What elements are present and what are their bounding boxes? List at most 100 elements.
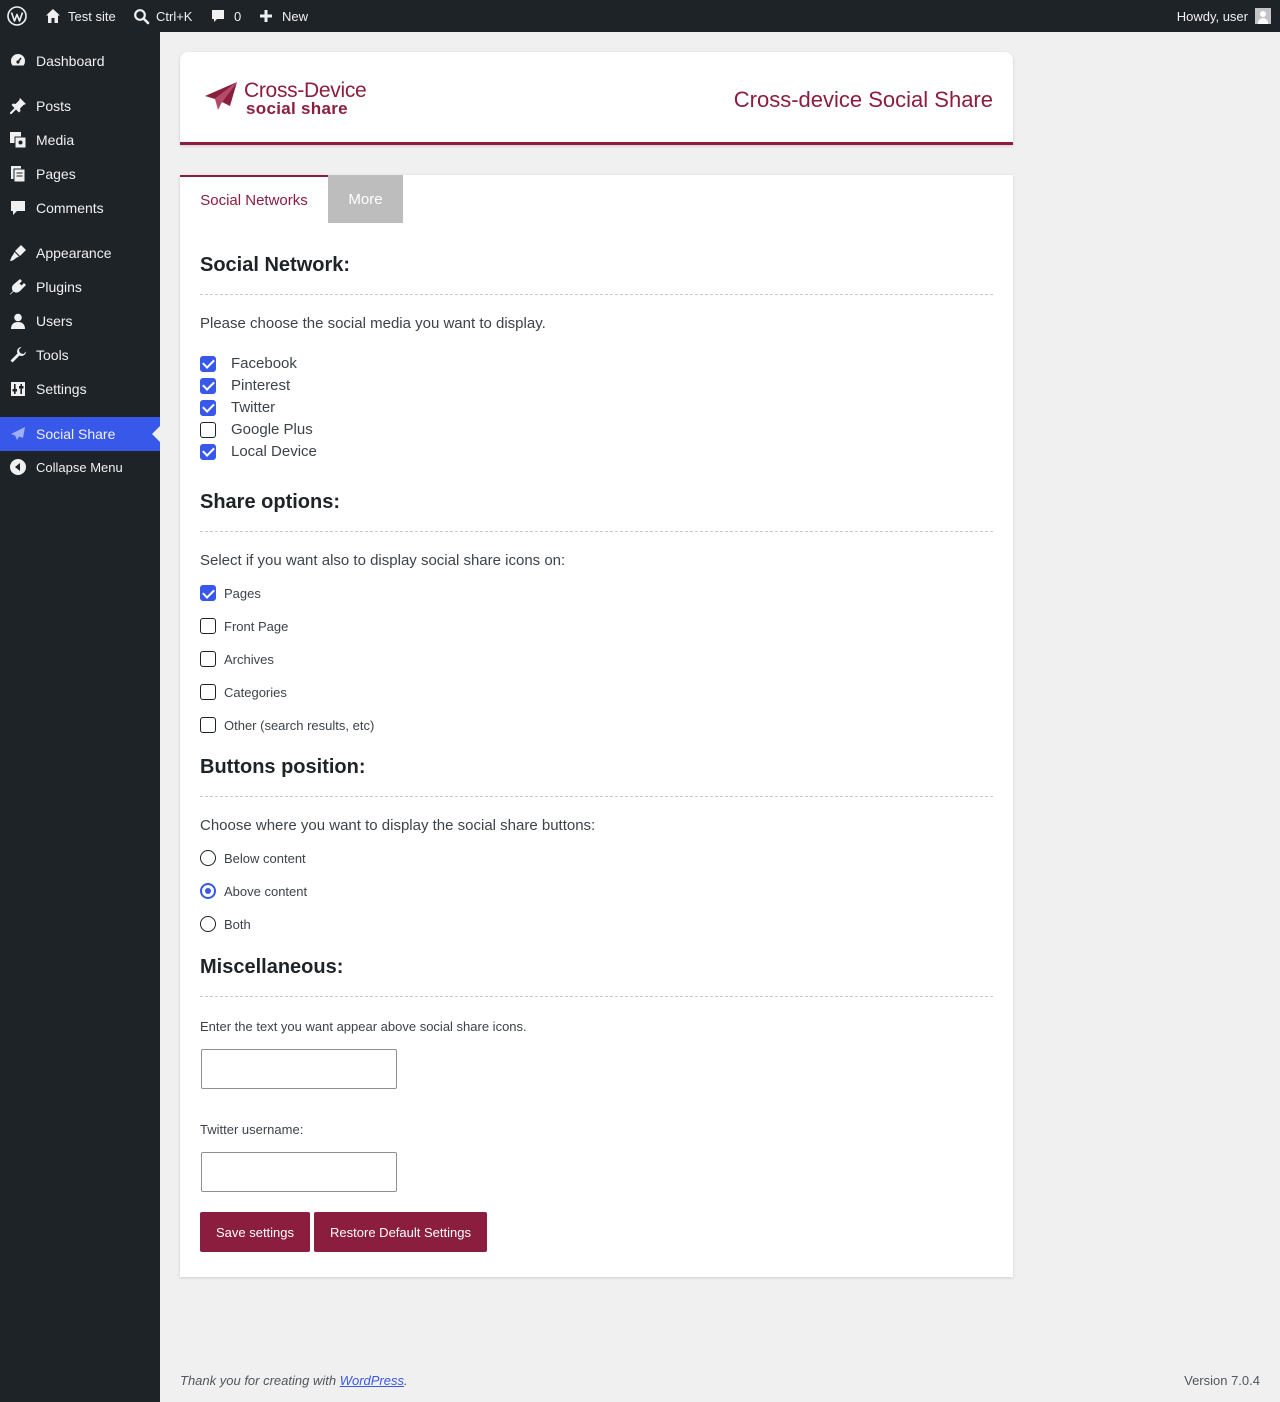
home-icon xyxy=(46,9,60,23)
sidebar-item-label: Comments xyxy=(36,200,104,216)
network-option-local-device[interactable]: Local Device xyxy=(200,443,317,460)
sidebar-item-posts[interactable]: Posts xyxy=(0,89,160,123)
option-label: Pages xyxy=(224,585,261,601)
page-title: Cross-device Social Share xyxy=(733,87,993,112)
paintbrush-icon xyxy=(8,243,28,263)
sidebar-item-social-share[interactable]: Social Share xyxy=(0,417,160,451)
sidebar-item-media[interactable]: Media xyxy=(0,123,160,157)
pinterest-checkbox[interactable] xyxy=(200,377,216,394)
position-option-above[interactable]: Above content xyxy=(200,883,307,899)
archives-checkbox[interactable] xyxy=(200,651,216,667)
share-option-other[interactable]: Other (search results, etc) xyxy=(200,717,374,733)
restore-defaults-button[interactable]: Restore Default Settings xyxy=(314,1212,487,1252)
section-title-social-network: Social Network: xyxy=(200,254,351,276)
comments-count: 0 xyxy=(234,8,242,24)
plus-icon xyxy=(260,10,272,22)
option-label: Both xyxy=(224,916,251,932)
sidebar-item-label: Settings xyxy=(36,381,87,397)
sidebar-item-pages[interactable]: Pages xyxy=(0,157,160,191)
footer-version: Version 7.0.4 xyxy=(1184,1373,1260,1388)
share-option-categories[interactable]: Categories xyxy=(200,684,287,700)
wordpress-link[interactable]: WordPress xyxy=(340,1373,404,1388)
footer-thanks-suffix: . xyxy=(404,1373,408,1388)
tab-more[interactable]: More xyxy=(328,175,403,223)
twitter-checkbox[interactable] xyxy=(200,399,216,416)
user-account-menu[interactable]: Howdy, user xyxy=(1177,0,1271,32)
below-content-radio[interactable] xyxy=(200,850,216,866)
network-option-twitter[interactable]: Twitter xyxy=(200,399,275,416)
collapse-menu-label: Collapse Menu xyxy=(36,459,123,475)
logo-line-2: social share xyxy=(246,99,348,118)
wrench-icon xyxy=(8,345,28,365)
twitter-username-label: Twitter username: xyxy=(200,1122,304,1137)
plugin-header: Cross-Device social share Cross-device S… xyxy=(180,52,1013,145)
network-label: Google Plus xyxy=(231,421,313,438)
sidebar-item-dashboard[interactable]: Dashboard xyxy=(0,44,160,78)
position-option-below[interactable]: Below content xyxy=(200,850,306,866)
sidebar-item-label: Appearance xyxy=(36,245,112,261)
search-shortcut: Ctrl+K xyxy=(156,8,193,24)
above-content-radio[interactable] xyxy=(200,883,216,899)
network-label: Facebook xyxy=(231,355,297,372)
admin-bar: Test site Ctrl+K 0 New Howdy, user xyxy=(0,0,1280,32)
site-name-link[interactable]: Test site xyxy=(44,0,116,32)
text-above-icons-label: Enter the text you want appear above soc… xyxy=(200,1019,527,1034)
local-device-checkbox[interactable] xyxy=(200,443,216,460)
share-option-front-page[interactable]: Front Page xyxy=(200,618,288,634)
paper-plane-logo-icon xyxy=(205,82,237,110)
share-option-archives[interactable]: Archives xyxy=(200,651,274,667)
front-page-checkbox[interactable] xyxy=(200,618,216,634)
sidebar-item-label: Dashboard xyxy=(36,53,105,69)
sidebar-item-tools[interactable]: Tools xyxy=(0,338,160,372)
network-label: Twitter xyxy=(231,399,276,416)
sidebar-item-comments[interactable]: Comments xyxy=(0,191,160,225)
text-above-icons-input[interactable] xyxy=(201,1049,397,1089)
wordpress-logo-icon[interactable] xyxy=(7,0,27,32)
network-option-facebook[interactable]: Facebook xyxy=(200,355,297,372)
option-label: Above content xyxy=(224,883,308,899)
comment-icon xyxy=(212,10,224,22)
plugin-logo: Cross-Device social share xyxy=(204,80,367,118)
save-settings-button[interactable]: Save settings xyxy=(200,1212,310,1252)
collapse-menu-button[interactable]: Collapse Menu xyxy=(0,450,160,484)
sidebar-item-label: Social Share xyxy=(36,426,116,442)
network-option-google-plus[interactable]: Google Plus xyxy=(200,421,313,438)
dashboard-icon xyxy=(8,51,28,71)
network-option-pinterest[interactable]: Pinterest xyxy=(200,377,290,394)
section-divider xyxy=(200,294,993,295)
google-plus-checkbox[interactable] xyxy=(200,421,216,438)
plugin-icon xyxy=(8,277,28,297)
other-checkbox[interactable] xyxy=(200,717,216,733)
sidebar-item-label: Tools xyxy=(36,347,69,363)
comment-icon xyxy=(8,198,28,218)
sidebar-item-settings[interactable]: Settings xyxy=(0,372,160,406)
share-option-pages[interactable]: Pages xyxy=(200,585,261,601)
tab-social-networks[interactable]: Social Networks xyxy=(180,175,328,223)
twitter-username-input[interactable] xyxy=(201,1152,397,1192)
comments-link[interactable]: 0 xyxy=(210,0,241,32)
sidebar-item-users[interactable]: Users xyxy=(0,304,160,338)
categories-checkbox[interactable] xyxy=(200,684,216,700)
section-divider xyxy=(200,531,993,532)
search-command[interactable]: Ctrl+K xyxy=(133,0,192,32)
site-name: Test site xyxy=(68,8,116,24)
search-icon xyxy=(134,8,150,24)
section-title-miscellaneous: Miscellaneous: xyxy=(200,956,344,978)
admin-sidebar: Dashboard Posts Media Pages Comments App… xyxy=(0,32,160,1402)
sidebar-item-appearance[interactable]: Appearance xyxy=(0,236,160,270)
pages-checkbox[interactable] xyxy=(200,585,216,601)
option-label: Archives xyxy=(224,651,274,667)
position-option-both[interactable]: Both xyxy=(200,916,251,932)
facebook-checkbox[interactable] xyxy=(200,355,216,372)
section-description: Choose where you want to display the soc… xyxy=(200,817,596,834)
network-label: Pinterest xyxy=(231,377,291,394)
both-radio[interactable] xyxy=(200,916,216,932)
sidebar-item-label: Plugins xyxy=(36,279,82,295)
sidebar-item-label: Media xyxy=(36,132,75,148)
settings-panel: Social Networks More Social Network: Ple… xyxy=(180,175,1013,1277)
collapse-arrow-icon xyxy=(8,457,28,477)
sidebar-item-plugins[interactable]: Plugins xyxy=(0,270,160,304)
new-content-link[interactable]: New xyxy=(258,0,308,32)
new-label: New xyxy=(282,8,309,24)
section-divider xyxy=(200,996,993,997)
